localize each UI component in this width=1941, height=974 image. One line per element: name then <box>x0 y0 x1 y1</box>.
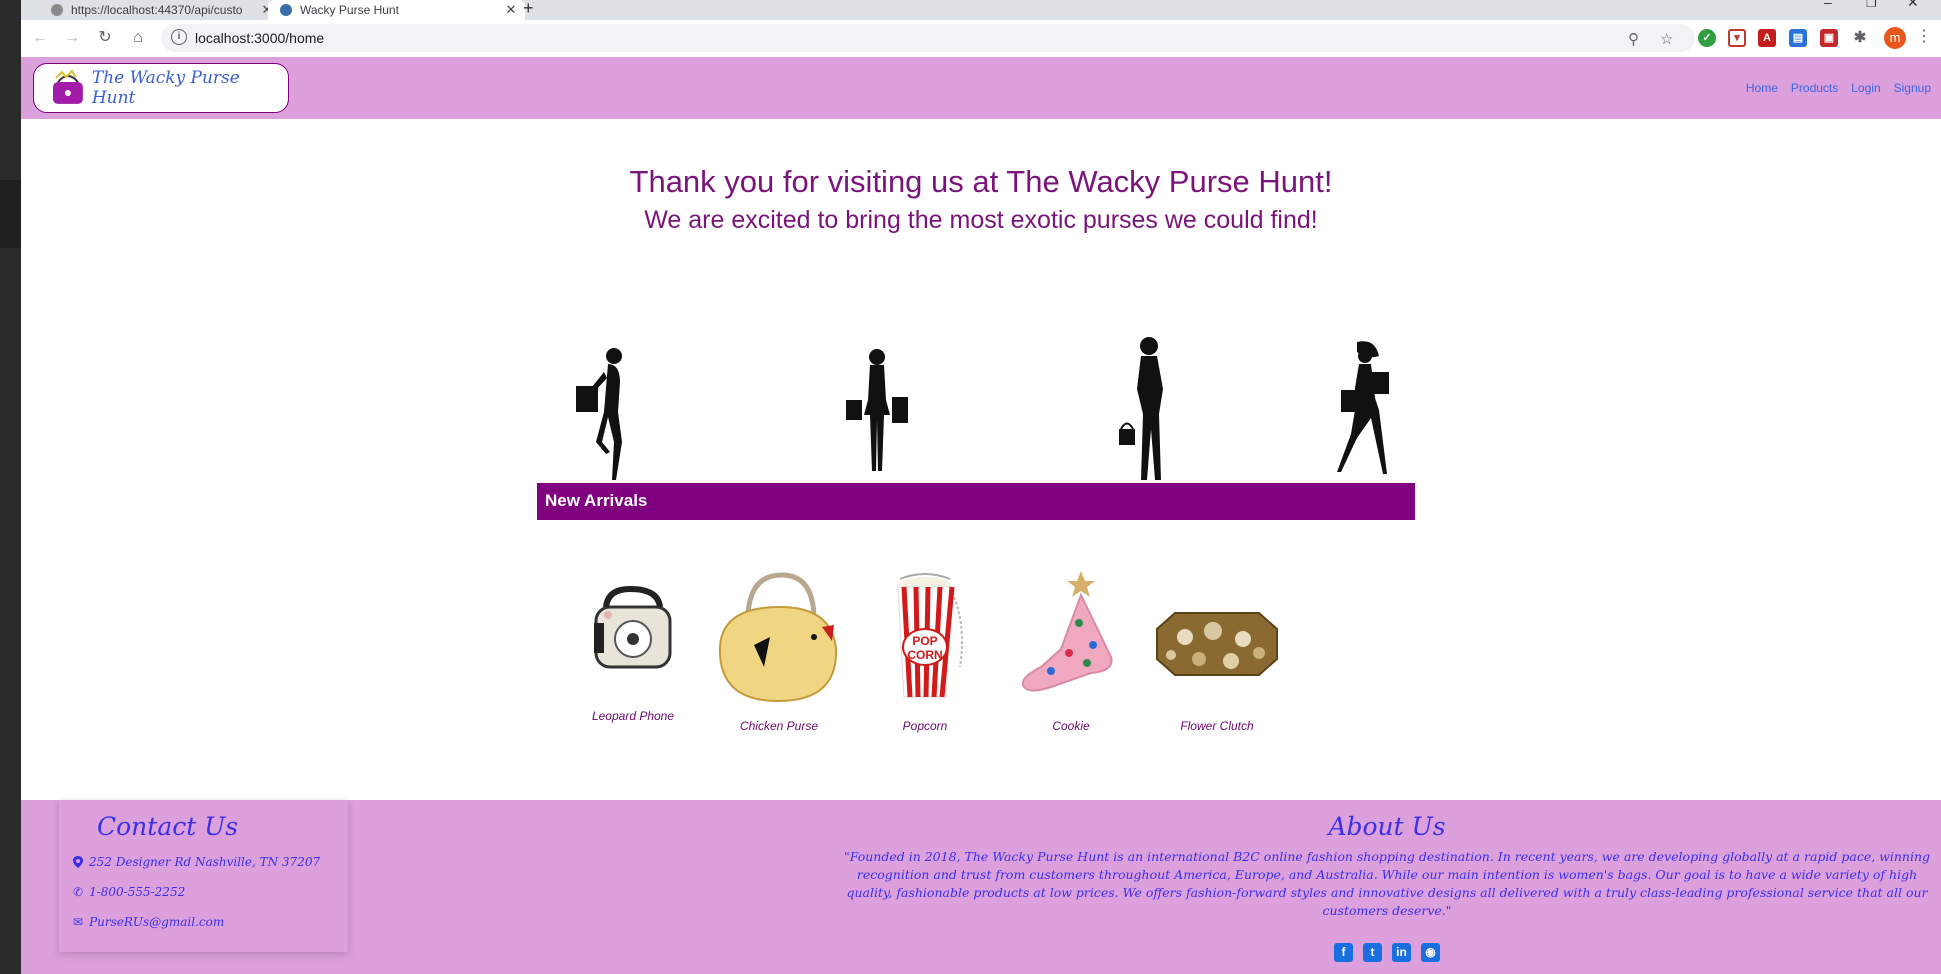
shopper-silhouette-icon <box>1337 341 1389 474</box>
contact-phone[interactable]: ✆ 1-800-555-2252 <box>73 885 185 899</box>
menu-icon[interactable]: ⋮ <box>1916 26 1932 46</box>
brand-name: The Wacky Purse Hunt <box>91 68 240 108</box>
github-icon[interactable]: ◉ <box>1421 943 1440 962</box>
screenshot-extension-icon[interactable]: ▣ <box>1820 29 1838 47</box>
cookie-purse-icon <box>1021 571 1113 692</box>
back-icon[interactable]: ← <box>29 27 51 49</box>
contact-address: 252 Designer Rd Nashville, TN 37207 <box>73 855 320 869</box>
shopper-silhouette-icon <box>846 349 908 471</box>
avatar[interactable]: m <box>1884 27 1906 49</box>
react-icon <box>280 4 292 16</box>
product-card[interactable]: Leopard Phone <box>560 567 706 723</box>
chicken-purse-icon <box>718 572 838 703</box>
tab-title: https://localhost:44370/api/custo <box>71 3 243 17</box>
hero-subtitle: We are excited to bring the most exotic … <box>644 206 1318 234</box>
shopper-silhouette-icon <box>1119 337 1163 480</box>
zoom-icon[interactable]: ⚲ <box>1628 30 1639 48</box>
social-links: f t in ◉ <box>833 943 1941 962</box>
linkedin-icon[interactable]: in <box>1392 943 1411 962</box>
contact-title: Contact Us <box>97 812 239 841</box>
about-section: About Us "Founded in 2018, The Wacky Pur… <box>833 800 1941 974</box>
reload-icon[interactable]: ↻ <box>94 27 116 49</box>
shopper-silhouette-icon <box>576 348 622 480</box>
browser-toolbar: ← → ↻ ⌂ i localhost:3000/home ⚲ ☆ ✓ ▾ A … <box>21 20 1941 58</box>
desktop-left-strip <box>0 0 21 974</box>
tab-wacky-purse-hunt[interactable]: Wacky Purse Hunt ✕ <box>268 0 525 20</box>
email-text[interactable]: PurseRUs@gmail.com <box>89 915 224 929</box>
bookmark-star-icon[interactable]: ☆ <box>1660 30 1673 48</box>
brand-logo-link[interactable]: The Wacky Purse Hunt <box>33 63 289 113</box>
tab-strip: https://localhost:44370/api/custo ✕ Wack… <box>21 0 1941 20</box>
hero-title: Thank you for visiting us at The Wacky P… <box>629 164 1333 199</box>
clutch-purse-icon <box>1156 612 1278 676</box>
contact-card: Contact Us 252 Designer Rd Nashville, TN… <box>59 800 348 952</box>
product-card[interactable]: Cookie <box>998 567 1144 733</box>
info-icon[interactable]: i <box>171 29 187 45</box>
new-arrivals-banner: New Arrivals <box>537 483 1415 520</box>
phone-text[interactable]: 1-800-555-2252 <box>89 885 185 899</box>
web-page: The Wacky Purse Hunt Home Products Login… <box>21 57 1941 974</box>
puzzle-icon[interactable]: ✱ <box>1851 29 1869 47</box>
pdf-extension-icon[interactable]: A <box>1758 29 1776 47</box>
site-navbar: The Wacky Purse Hunt Home Products Login… <box>21 57 1941 119</box>
tab-title: Wacky Purse Hunt <box>300 3 399 17</box>
calendar-extension-icon[interactable]: ▤ <box>1789 29 1807 47</box>
nav-link-login[interactable]: Login <box>1851 81 1880 95</box>
globe-icon <box>51 4 63 16</box>
tab-api[interactable]: https://localhost:44370/api/custo ✕ <box>39 0 281 20</box>
minimize-icon[interactable]: – <box>1824 0 1832 10</box>
product-name[interactable]: Chicken Purse <box>706 719 852 733</box>
popcorn-purse-icon: POP CORN <box>897 573 963 698</box>
home-icon[interactable]: ⌂ <box>127 27 149 49</box>
product-card[interactable]: Flower Clutch <box>1144 567 1290 733</box>
twitter-icon[interactable]: t <box>1363 943 1382 962</box>
address-bar[interactable]: i localhost:3000/home ⚲ ☆ <box>161 24 1695 52</box>
address-text: 252 Designer Rd Nashville, TN 37207 <box>89 855 321 869</box>
phone-icon: ✆ <box>73 885 84 899</box>
about-text: "Founded in 2018, The Wacky Purse Hunt i… <box>843 849 1931 918</box>
maximize-icon[interactable]: ❐ <box>1866 0 1877 10</box>
about-title: About Us <box>1328 812 1446 841</box>
product-name[interactable]: Popcorn <box>852 719 998 733</box>
purse-logo-icon <box>52 69 83 104</box>
product-card[interactable]: POP CORN Popcorn <box>852 567 998 733</box>
nav-link-signup[interactable]: Signup <box>1894 81 1931 95</box>
contact-email[interactable]: ✉ PurseRUs@gmail.com <box>73 915 224 929</box>
svg-text:CORN: CORN <box>907 648 942 662</box>
window-close-icon[interactable]: ✕ <box>1907 0 1919 11</box>
phone-purse-icon <box>594 585 672 669</box>
forward-icon[interactable]: → <box>61 27 83 49</box>
site-footer: Contact Us 252 Designer Rd Nashville, TN… <box>21 800 1941 974</box>
product-name[interactable]: Leopard Phone <box>560 709 706 723</box>
check-extension-icon[interactable]: ✓ <box>1698 29 1716 47</box>
nav-links: Home Products Login Signup <box>1746 81 1931 95</box>
pocket-extension-icon[interactable]: ▾ <box>1728 29 1746 47</box>
product-name[interactable]: Flower Clutch <box>1144 719 1290 733</box>
desktop-block <box>0 180 21 248</box>
svg-text:POP: POP <box>912 634 937 648</box>
section-title: New Arrivals <box>545 491 648 510</box>
product-card[interactable]: Chicken Purse <box>706 567 852 733</box>
map-pin-icon <box>73 856 83 868</box>
facebook-icon[interactable]: f <box>1334 943 1353 962</box>
url-text[interactable]: localhost:3000/home <box>195 30 324 46</box>
nav-link-home[interactable]: Home <box>1746 81 1778 95</box>
new-tab-icon[interactable]: + <box>523 0 534 19</box>
nav-link-products[interactable]: Products <box>1791 81 1838 95</box>
envelope-icon: ✉ <box>73 915 84 929</box>
close-icon[interactable]: ✕ <box>503 2 519 18</box>
product-name[interactable]: Cookie <box>998 719 1144 733</box>
